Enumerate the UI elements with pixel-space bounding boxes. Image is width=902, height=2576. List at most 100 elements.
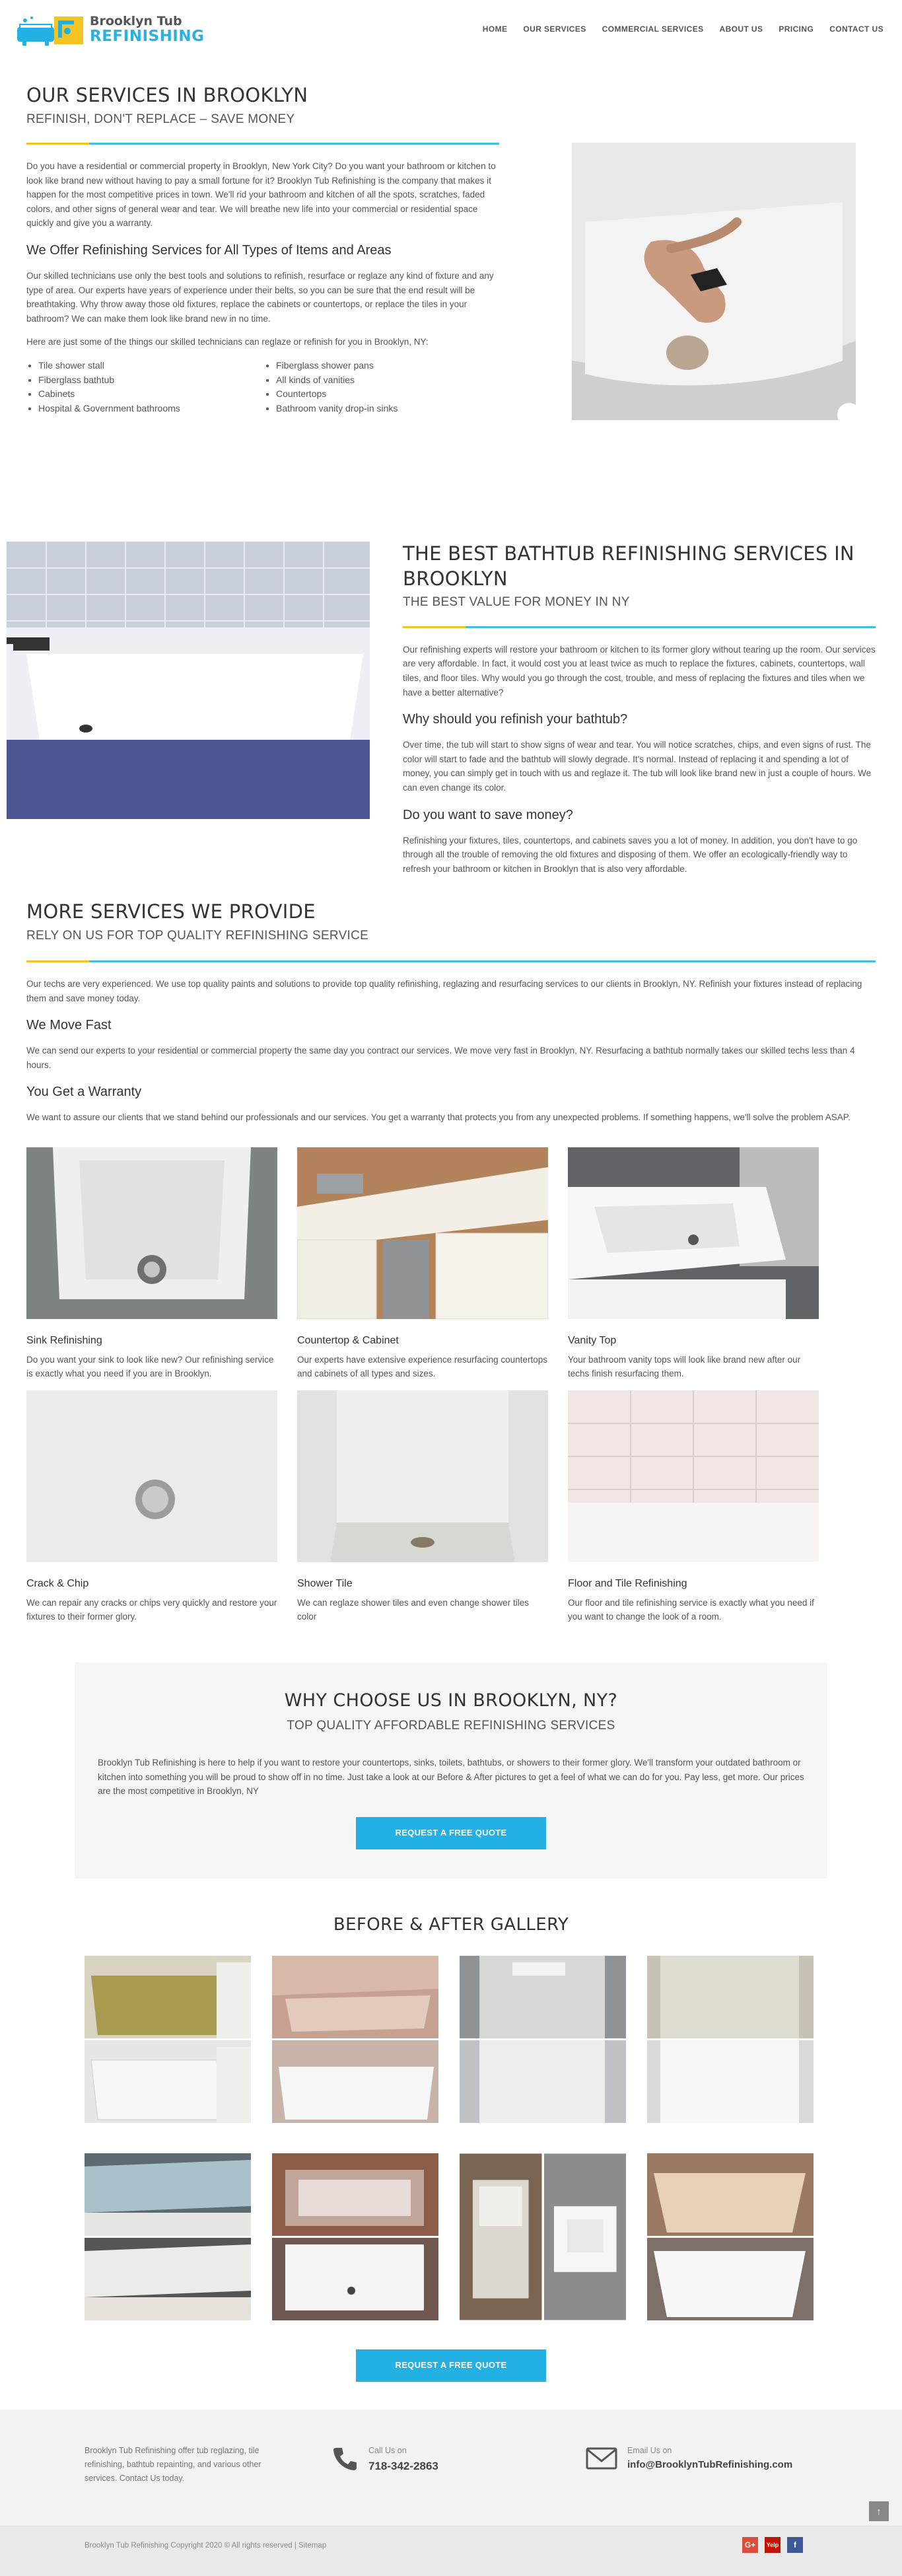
- section-subtitle: THE BEST VALUE FOR MONEY IN NY: [403, 595, 630, 610]
- services-intro-section: OUR SERVICES IN BROOKLYN REFINISH, DON'T…: [0, 59, 902, 456]
- gallery-item[interactable]: [272, 2153, 438, 2321]
- why-subtitle: TOP QUALITY AFFORDABLE REFINISHING SERVI…: [287, 1718, 615, 1733]
- nav-pricing[interactable]: PRICING: [779, 23, 814, 36]
- logo-line2: REFINISHING: [90, 27, 205, 45]
- move-fast-paragraph: We can send our experts to your resident…: [26, 1046, 855, 1070]
- request-quote-button[interactable]: REQUEST A FREE QUOTE: [356, 2349, 546, 2382]
- logo-line1: Brooklyn Tub: [90, 13, 182, 28]
- logo[interactable]: Brooklyn Tub REFINISHING: [13, 11, 205, 48]
- footer-call[interactable]: Call Us on 718-342-2863: [330, 2444, 438, 2475]
- technicians-paragraph: Our skilled technicians use only the bes…: [26, 271, 494, 324]
- card-title: Countertop & Cabinet: [297, 1335, 399, 1347]
- divider: [26, 960, 876, 963]
- countertop-photo: [296, 1147, 549, 1320]
- footer-email[interactable]: Email Us on info@BrooklynTubRefinishing.…: [585, 2444, 792, 2473]
- gallery-item[interactable]: [85, 1956, 251, 2124]
- footer-bottom-bar: ↑ Brooklyn Tub Refinishing Copyright 202…: [0, 2501, 902, 2576]
- before-photo: [85, 2153, 251, 2236]
- request-quote-button[interactable]: REQUEST A FREE QUOTE: [356, 1817, 546, 1849]
- service-card[interactable]: Shower Tile We can reglaze shower tiles …: [297, 1390, 548, 1624]
- vanity-top-photo: [568, 1147, 819, 1320]
- sanding-tub-photo: [572, 143, 856, 420]
- card-title: Sink Refinishing: [26, 1335, 102, 1347]
- back-to-top-button[interactable]: ↑: [869, 2501, 889, 2522]
- section-title: MORE SERVICES WE PROVIDE: [26, 900, 316, 923]
- section-subtitle: RELY ON US FOR TOP QUALITY REFINISHING S…: [26, 928, 369, 943]
- email-address[interactable]: info@BrooklynTubRefinishing.com: [627, 2457, 792, 2473]
- before-after-gallery: [85, 1956, 817, 2321]
- shower-tile-photo: [297, 1390, 548, 1562]
- techs-paragraph: Our techs are very experienced. We use t…: [26, 979, 862, 1003]
- before-photo: [460, 2153, 542, 2320]
- subheading: We Offer Refinishing Services for All Ty…: [26, 243, 392, 258]
- card-text: Our experts have extensive experience re…: [297, 1355, 547, 1378]
- card-title: Shower Tile: [297, 1578, 353, 1590]
- gallery-cta: REQUEST A FREE QUOTE: [0, 2331, 902, 2382]
- list-item: Tile shower stall: [38, 359, 276, 373]
- service-card[interactable]: Vanity Top Your bathroom vanity tops wil…: [568, 1147, 819, 1381]
- before-photo: [647, 1956, 814, 2039]
- before-photo: [272, 2153, 438, 2236]
- subheading: Do you want to save money?: [403, 807, 573, 822]
- white-bathtub-photo: [7, 542, 370, 819]
- best-refinishing-section: THE BEST BATHTUB REFINISHING SERVICES IN…: [0, 456, 902, 874]
- before-photo: [85, 1956, 251, 2039]
- footer-about: Brooklyn Tub Refinishing offer tub regla…: [85, 2446, 261, 2483]
- phone-number[interactable]: 718-342-2863: [368, 2457, 438, 2475]
- why-title: WHY CHOOSE US IN BROOKLYN, NY?: [284, 1690, 618, 1711]
- service-card[interactable]: Sink Refinishing Do you want your sink t…: [26, 1147, 277, 1381]
- card-text: We can repair any cracks or chips very q…: [26, 1597, 277, 1622]
- nav-commercial-services[interactable]: COMMERCIAL SERVICES: [602, 23, 704, 36]
- list-item: All kinds of vanities: [276, 373, 514, 388]
- after-photo: [85, 2238, 251, 2321]
- floor-tile-photo: [568, 1390, 819, 1562]
- gallery-item[interactable]: [460, 2153, 626, 2320]
- subheading: You Get a Warranty: [26, 1085, 142, 1100]
- after-photo: [543, 2153, 626, 2320]
- list-item: Cabinets: [38, 387, 276, 402]
- gallery-item[interactable]: [647, 2153, 814, 2321]
- service-card[interactable]: Floor and Tile Refinishing Our floor and…: [568, 1390, 819, 1624]
- subheading: Why should you refinish your bathtub?: [403, 712, 628, 727]
- after-photo: [272, 2040, 438, 2124]
- restore-paragraph: Our refinishing experts will restore you…: [403, 644, 876, 698]
- after-photo: [272, 2238, 438, 2321]
- gallery-item[interactable]: [460, 1956, 626, 2124]
- service-card[interactable]: Crack & Chip We can repair any cracks or…: [26, 1390, 277, 1624]
- why-choose-us: WHY CHOOSE US IN BROOKLYN, NY? TOP QUALI…: [75, 1662, 827, 1878]
- bathtub-logo-icon: [17, 17, 83, 46]
- card-title: Floor and Tile Refinishing: [568, 1578, 687, 1590]
- service-card[interactable]: Countertop & Cabinet Our experts have ex…: [296, 1147, 549, 1381]
- services-list: Tile shower stall Fiberglass shower pans…: [38, 359, 499, 416]
- nav-contact-us[interactable]: CONTACT US: [829, 23, 884, 36]
- service-cards: Sink Refinishing Do you want your sink t…: [26, 1147, 876, 1633]
- wear-paragraph: Over time, the tub will start to show si…: [403, 740, 872, 793]
- subheading: We Move Fast: [26, 1018, 112, 1033]
- save-money-paragraph: Refinishing your fixtures, tiles, counte…: [403, 835, 858, 874]
- phone-icon: [333, 2448, 357, 2471]
- list-intro: Here are just some of the things our ski…: [26, 337, 429, 347]
- section-title: THE BEST BATHTUB REFINISHING SERVICES IN…: [403, 542, 854, 590]
- copyright[interactable]: Brooklyn Tub Refinishing Copyright 2020 …: [85, 2540, 326, 2552]
- after-photo: [460, 2040, 626, 2124]
- after-photo: [85, 2040, 251, 2124]
- nav-our-services[interactable]: OUR SERVICES: [523, 23, 586, 36]
- nav-about-us[interactable]: ABOUT US: [720, 23, 763, 36]
- logo-text: Brooklyn Tub REFINISHING: [90, 15, 205, 45]
- call-label: Call Us on: [368, 2446, 407, 2456]
- email-label: Email Us on: [627, 2446, 672, 2456]
- before-photo: [460, 1956, 626, 2039]
- card-text: We can reglaze shower tiles and even cha…: [297, 1597, 529, 1622]
- site-header: Brooklyn Tub REFINISHING HOME OUR SERVIC…: [0, 0, 902, 59]
- after-photo: [647, 2040, 814, 2124]
- gallery-item[interactable]: [85, 2153, 251, 2321]
- list-item: Fiberglass shower pans: [276, 359, 514, 373]
- sink-photo: [26, 1147, 277, 1320]
- nav-home[interactable]: HOME: [483, 23, 508, 36]
- gallery-item[interactable]: [272, 1956, 438, 2124]
- main-nav: HOME OUR SERVICES COMMERCIAL SERVICES AB…: [483, 23, 884, 36]
- list-item: Fiberglass bathtub: [38, 373, 276, 388]
- card-title: Crack & Chip: [26, 1578, 89, 1590]
- gallery-item[interactable]: [647, 1956, 814, 2124]
- after-photo: [647, 2238, 814, 2321]
